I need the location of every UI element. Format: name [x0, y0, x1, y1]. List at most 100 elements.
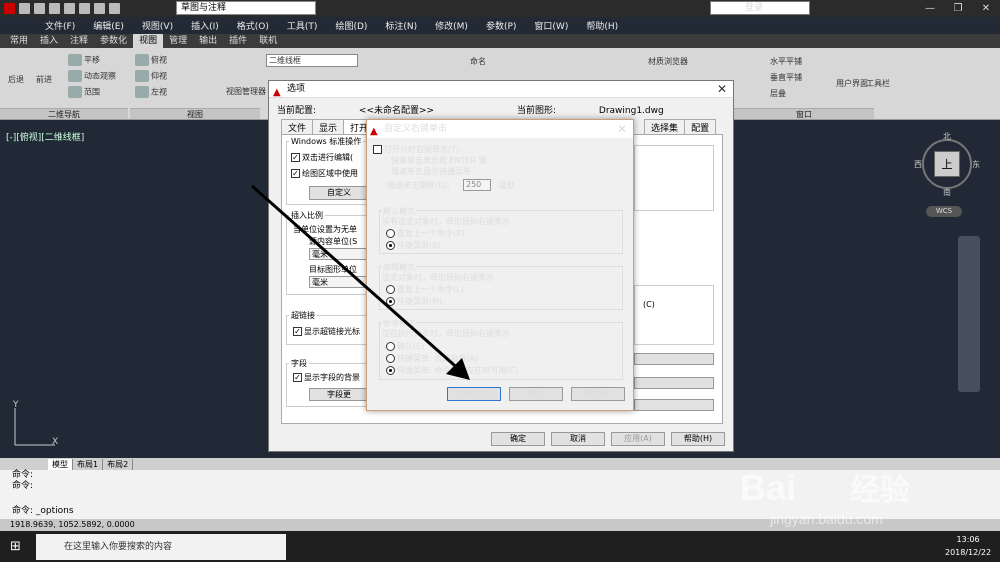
- name-button[interactable]: 命名: [470, 56, 486, 67]
- pan-button[interactable]: 平移: [68, 54, 100, 66]
- tab-model[interactable]: 模型: [48, 458, 73, 470]
- menu-format[interactable]: 格式(O): [228, 19, 278, 32]
- new-icon[interactable]: [19, 3, 30, 14]
- field-update-button[interactable]: 字段更: [309, 388, 369, 401]
- command-menu-options-radio[interactable]: 快捷菜单: 命令选项存在时可用(C): [386, 365, 518, 376]
- view-top[interactable]: 俯视: [135, 54, 167, 66]
- save-icon[interactable]: [49, 3, 60, 14]
- command-menu-always-radio[interactable]: 快捷菜单: 总是启用(A): [386, 353, 478, 364]
- restore-button[interactable]: ❐: [944, 0, 972, 17]
- edit-shortcut-radio[interactable]: 快捷菜单(M): [386, 296, 442, 307]
- orbit-button[interactable]: 动态观察: [68, 70, 116, 82]
- timed-right-click-checkbox[interactable]: 打开计时右键单击(T):: [373, 144, 462, 155]
- view-manager-button[interactable]: 视图管理器: [226, 86, 266, 97]
- default-repeat-radio[interactable]: 重复上一个命令(R): [386, 228, 465, 239]
- tab-view[interactable]: 视图: [133, 34, 164, 48]
- close-button[interactable]: ✕: [972, 0, 1000, 17]
- source-units-select[interactable]: 毫米: [309, 248, 373, 260]
- default-shortcut-radio[interactable]: 快捷菜单(S): [386, 240, 440, 251]
- right-button-2[interactable]: [634, 377, 714, 389]
- menu-view[interactable]: 视图(V): [133, 19, 182, 32]
- close-icon[interactable]: ✕: [617, 120, 627, 138]
- apply-and-close-button[interactable]: 应用并关闭: [447, 387, 501, 401]
- rc-help-button[interactable]: 帮助(H): [571, 387, 625, 401]
- taskbar-search-input[interactable]: 在这里输入你要搜索的内容: [36, 534, 286, 560]
- tab-layout2[interactable]: 布局2: [103, 458, 134, 470]
- pan-icon: [68, 54, 82, 66]
- tab-insert[interactable]: 插入: [34, 34, 64, 48]
- rc-title-bar[interactable]: ▲ 自定义右键单击 ✕: [367, 120, 633, 138]
- cascade-button[interactable]: 层叠: [770, 88, 786, 99]
- hyperlink-cursor-checkbox[interactable]: ✓ 显示超链接光标: [293, 326, 360, 337]
- duration-input[interactable]: 250: [463, 179, 491, 191]
- menu-draw[interactable]: 绘图(D): [326, 19, 376, 32]
- rc-cancel-button[interactable]: 取消: [509, 387, 563, 401]
- tab-profiles[interactable]: 配置: [684, 119, 717, 135]
- apply-button[interactable]: 应用(A): [611, 432, 665, 446]
- options-title-bar[interactable]: ▲ 选项 ✕: [269, 81, 733, 98]
- edit-repeat-radio[interactable]: 重复上一个命令(L): [386, 284, 464, 295]
- login-link[interactable]: 登录: [745, 1, 763, 16]
- app-logo-icon[interactable]: [4, 3, 15, 14]
- tab-annotate[interactable]: 注释: [64, 34, 94, 48]
- checkbox-checked-icon: ✓: [291, 169, 300, 178]
- viewport-label[interactable]: [-][俯视][二维线框]: [6, 130, 84, 143]
- materials-browser-button[interactable]: 材质浏览器: [648, 56, 688, 67]
- menu-tools[interactable]: 工具(T): [278, 19, 327, 32]
- cancel-button[interactable]: 取消: [551, 432, 605, 446]
- view-left[interactable]: 左视: [135, 86, 167, 98]
- cube-face-top[interactable]: 上: [934, 151, 960, 177]
- tab-display[interactable]: 显示: [312, 119, 345, 135]
- toolbars-button[interactable]: 工具栏: [866, 78, 890, 89]
- menu-edit[interactable]: 编辑(E): [84, 19, 133, 32]
- tile-vertical-button[interactable]: 垂直平铺: [770, 72, 802, 83]
- wcs-menu[interactable]: WCS: [926, 206, 962, 217]
- tab-online[interactable]: 联机: [253, 34, 283, 48]
- menu-parametric[interactable]: 参数(P): [477, 19, 525, 32]
- tile-horizontal-button[interactable]: 水平平铺: [770, 56, 802, 67]
- system-clock[interactable]: 13:06 2018/12/22: [945, 533, 991, 559]
- tab-files[interactable]: 文件: [281, 119, 314, 135]
- tab-home[interactable]: 常用: [4, 34, 34, 48]
- right-click-customize-dialog: ▲ 自定义右键单击 ✕ 打开计时右键单击(T): 快速单击表示按 ENTER 键…: [366, 119, 634, 411]
- workspace-select[interactable]: 草图与注释: [176, 1, 316, 15]
- redo-icon[interactable]: [109, 3, 120, 14]
- target-units-select[interactable]: 毫米: [309, 276, 373, 288]
- help-button[interactable]: 帮助(H): [671, 432, 725, 446]
- user-interface-button[interactable]: 用户界面: [836, 78, 868, 89]
- navigation-bar[interactable]: [958, 236, 980, 392]
- print-icon[interactable]: [79, 3, 90, 14]
- saveas-icon[interactable]: [64, 3, 75, 14]
- tab-parametric[interactable]: 参数化: [94, 34, 133, 48]
- command-confirm-radio[interactable]: 确认(E): [386, 341, 424, 352]
- tab-selection[interactable]: 选择集: [644, 119, 686, 135]
- field-background-checkbox[interactable]: ✓ 显示字段的背景: [293, 372, 360, 383]
- visual-style-select[interactable]: 二维线框: [266, 54, 358, 67]
- windows-start-icon[interactable]: ⊞: [10, 539, 21, 554]
- extents-button[interactable]: 范围: [68, 86, 100, 98]
- menu-modify[interactable]: 修改(M): [426, 19, 477, 32]
- menu-insert[interactable]: 插入(I): [182, 19, 228, 32]
- menu-dimension[interactable]: 标注(N): [376, 19, 426, 32]
- back-button[interactable]: 后退: [8, 74, 24, 85]
- right-button-1[interactable]: [634, 353, 714, 365]
- tab-layout1[interactable]: 布局1: [73, 458, 104, 470]
- menu-file[interactable]: 文件(F): [36, 19, 84, 32]
- minimize-button[interactable]: —: [916, 0, 944, 17]
- tab-plugins[interactable]: 插件: [223, 34, 253, 48]
- viewcube[interactable]: 上 北 南 西 东: [914, 132, 980, 197]
- menu-help[interactable]: 帮助(H): [577, 19, 627, 32]
- menu-window[interactable]: 窗口(W): [525, 19, 577, 32]
- view-bottom[interactable]: 仰视: [135, 70, 167, 82]
- custom-right-click-button[interactable]: 自定义: [309, 186, 369, 200]
- ok-button[interactable]: 确定: [491, 432, 545, 446]
- undo-icon[interactable]: [94, 3, 105, 14]
- forward-button[interactable]: 前进: [36, 74, 52, 85]
- dblclick-edit-checkbox[interactable]: ✓ 双击进行编辑(: [291, 152, 353, 163]
- right-button-3[interactable]: [634, 399, 714, 411]
- shortcut-menu-checkbox[interactable]: ✓ 绘图区域中使用: [291, 168, 358, 179]
- close-icon[interactable]: ✕: [717, 81, 727, 98]
- tab-output[interactable]: 输出: [193, 34, 223, 48]
- tab-manage[interactable]: 管理: [163, 34, 193, 48]
- open-icon[interactable]: [34, 3, 45, 14]
